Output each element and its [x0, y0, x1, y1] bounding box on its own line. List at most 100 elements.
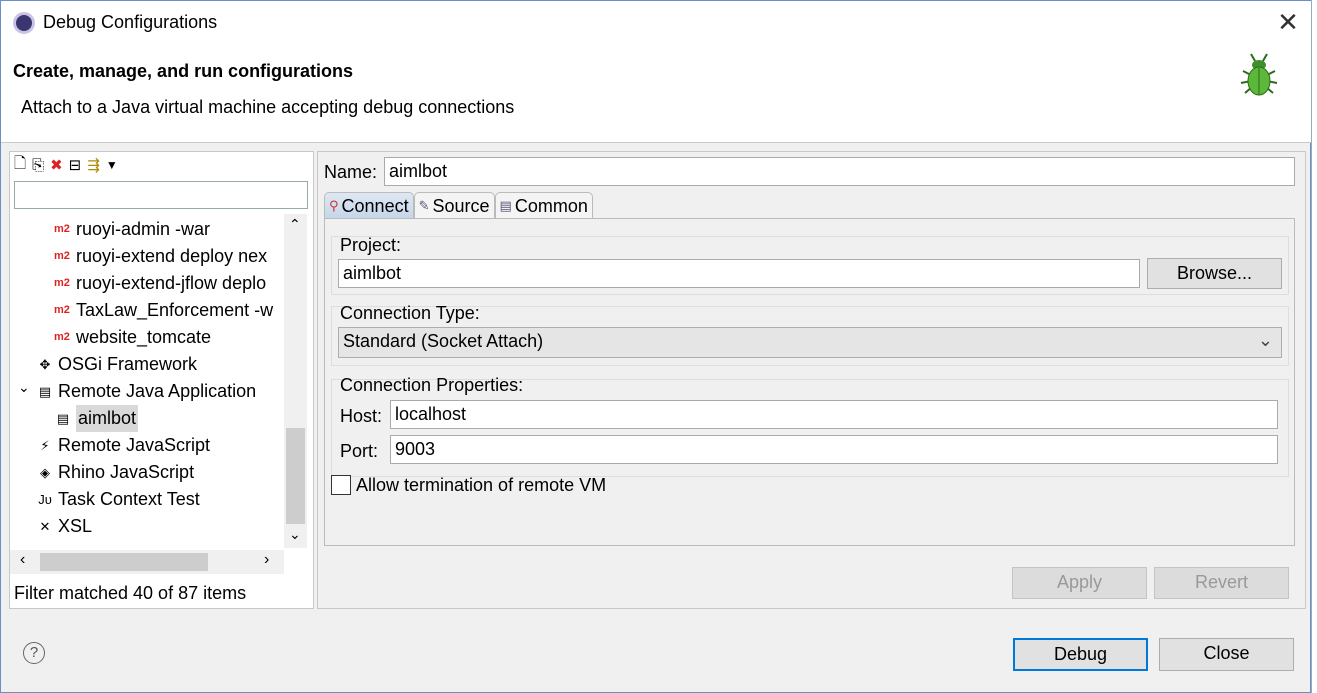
connection-type-select[interactable]: Standard (Socket Attach) ⌄ — [338, 327, 1282, 358]
tree-item-label: Task Context Test — [58, 489, 200, 509]
config-editor: Name: aimlbot ⚲ Connect ✎ Source ▤ Common Pro… — [317, 151, 1306, 609]
close-icon[interactable]: ✕ — [1273, 7, 1303, 37]
source-icon: ✎ — [418, 198, 430, 213]
allow-termination-label[interactable]: Allow termination of remote VM — [356, 475, 606, 496]
tree-item[interactable]: ✕ XSL — [36, 513, 92, 540]
tree-item[interactable]: m2 ruoyi-extend-jflow deplo — [54, 270, 266, 297]
project-group: Project: aimlbot Browse... — [331, 235, 1289, 295]
tree-item-label: Remote JavaScript — [58, 435, 211, 455]
tree-item[interactable]: m2 TaxLaw_Enforcement -w — [54, 297, 273, 324]
window-title: Debug Configurations — [43, 12, 218, 32]
connection-properties-group: Connection Properties: Host: localhost P… — [331, 375, 1289, 477]
tree-item[interactable]: ▤ aimlbot — [54, 405, 139, 432]
tab-label: Source — [432, 195, 490, 216]
project-label: Project: — [340, 235, 402, 255]
tree-item-label: OSGi Framework — [58, 354, 198, 374]
help-icon[interactable]: ? — [23, 642, 45, 664]
tab-bar: ⚲ Connect ✎ Source ▤ Common — [324, 192, 593, 219]
scroll-up-icon[interactable]: ⌃ — [289, 216, 301, 233]
title-bar: Debug Configurations ✕ — [1, 1, 1311, 45]
tree-item-label: Remote Java Application — [58, 381, 257, 401]
scroll-thumb[interactable] — [286, 428, 305, 524]
chevron-down-icon: ⌄ — [1257, 330, 1273, 350]
dropdown-icon[interactable]: ▼ — [106, 158, 118, 172]
tree-item[interactable]: m2 website_tomcate — [54, 324, 211, 351]
tree-item[interactable]: ⌄ ▤ Remote Java Application — [18, 378, 257, 405]
collapse-all-icon[interactable]: ⊟ — [69, 156, 82, 174]
new-config-icon[interactable]: 🗋 — [14, 153, 26, 178]
maven-icon: m2 — [54, 304, 70, 316]
filter-icon[interactable]: ⇶ — [87, 156, 100, 174]
connection-properties-label: Connection Properties: — [340, 375, 524, 395]
host-input[interactable]: localhost — [390, 400, 1278, 429]
name-input[interactable]: aimlbot — [384, 157, 1295, 186]
project-input[interactable]: aimlbot — [338, 259, 1140, 288]
tree-item-label: ruoyi-extend deploy nex — [76, 246, 268, 266]
connection-type-group: Connection Type: Standard (Socket Attach… — [331, 303, 1289, 366]
config-type-icon: ▤ — [56, 411, 70, 426]
config-type-icon: ✕ — [39, 519, 51, 534]
header-title: Create, manage, and run configurations — [13, 61, 354, 81]
tree-item-label: website_tomcate — [76, 327, 212, 347]
tree-item[interactable]: m2 ruoyi-admin -war — [54, 216, 210, 243]
config-tree-panel: 🗋 ⎘ ✖ ⊟ ⇶ ▼ m2 ruoyi-admin -war m2 ruoyi-extend … — [9, 151, 314, 609]
browse-button[interactable]: Browse... — [1147, 258, 1282, 289]
connect-tab-panel: Project: aimlbot Browse... Connection Ty… — [324, 218, 1295, 546]
scroll-right-icon[interactable]: › — [264, 551, 269, 569]
tab-connect[interactable]: ⚲ Connect — [324, 192, 414, 219]
tab-source[interactable]: ✎ Source — [413, 192, 495, 219]
vertical-scrollbar[interactable]: ⌃ ⌄ — [284, 214, 307, 548]
port-input[interactable]: 9003 — [390, 435, 1278, 464]
tree-item[interactable]: Jυ Task Context Test — [36, 486, 200, 513]
scroll-down-icon[interactable]: ⌄ — [289, 526, 301, 543]
duplicate-icon[interactable]: ⎘ — [32, 157, 44, 174]
maven-icon: m2 — [54, 277, 70, 289]
filter-input[interactable] — [15, 182, 307, 208]
close-button[interactable]: Close — [1159, 638, 1294, 671]
tab-common[interactable]: ▤ Common — [494, 192, 593, 219]
tab-label: Connect — [341, 195, 409, 216]
connection-type-label: Connection Type: — [340, 303, 480, 323]
filter-status: Filter matched 40 of 87 items — [14, 583, 247, 603]
connect-icon: ⚲ — [329, 198, 339, 213]
horizontal-scrollbar[interactable]: ‹ › — [10, 550, 284, 574]
tree-toolbar: 🗋 ⎘ ✖ ⊟ ⇶ ▼ — [14, 155, 118, 175]
allow-termination-checkbox[interactable] — [331, 475, 351, 495]
debug-configurations-dialog: Debug Configurations ✕ Create, manage, a… — [0, 0, 1311, 693]
delete-icon[interactable]: ✖ — [50, 156, 63, 174]
apply-button[interactable]: Apply — [1012, 567, 1147, 599]
header-subtitle: Attach to a Java virtual machine accepti… — [21, 97, 515, 117]
maven-icon: m2 — [54, 223, 70, 235]
scroll-left-icon[interactable]: ‹ — [20, 551, 25, 569]
tree-item-label: ruoyi-admin -war — [76, 219, 211, 239]
bug-icon — [1240, 53, 1278, 96]
background-window — [1311, 0, 1317, 693]
scroll-thumb[interactable] — [40, 553, 208, 571]
eclipse-icon — [13, 12, 35, 34]
port-label: Port: — [340, 441, 379, 461]
dialog-header: Create, manage, and run configurations A… — [1, 45, 1311, 143]
tree-item[interactable]: ✥ OSGi Framework — [36, 351, 197, 378]
expand-chevron-icon[interactable]: ⌄ — [18, 374, 30, 401]
config-type-icon: Jυ — [38, 492, 52, 507]
filter-field[interactable] — [14, 181, 308, 209]
tree-item[interactable]: ◈ Rhino JavaScript — [36, 459, 194, 486]
name-label: Name: — [324, 162, 378, 182]
tree-item-label: XSL — [58, 516, 93, 536]
maven-icon: m2 — [54, 250, 70, 262]
tree-item[interactable]: ⚡ Remote JavaScript — [36, 432, 210, 459]
common-icon: ▤ — [499, 198, 512, 213]
config-type-icon: ⚡ — [40, 438, 50, 453]
tree-item-label: ruoyi-extend-jflow deplo — [76, 273, 267, 293]
host-label: Host: — [340, 406, 383, 426]
config-type-icon: ▤ — [38, 384, 52, 399]
tab-label: Common — [514, 195, 588, 216]
tree-item[interactable]: m2 ruoyi-extend deploy nex — [54, 243, 267, 270]
tree-item-label: aimlbot — [76, 405, 139, 432]
debug-button[interactable]: Debug — [1013, 638, 1148, 671]
config-type-icon: ✥ — [39, 357, 51, 372]
maven-icon: m2 — [54, 331, 70, 343]
tree-item-label: TaxLaw_Enforcement -w — [76, 300, 274, 320]
tree-item-label: Rhino JavaScript — [58, 462, 195, 482]
revert-button[interactable]: Revert — [1154, 567, 1289, 599]
